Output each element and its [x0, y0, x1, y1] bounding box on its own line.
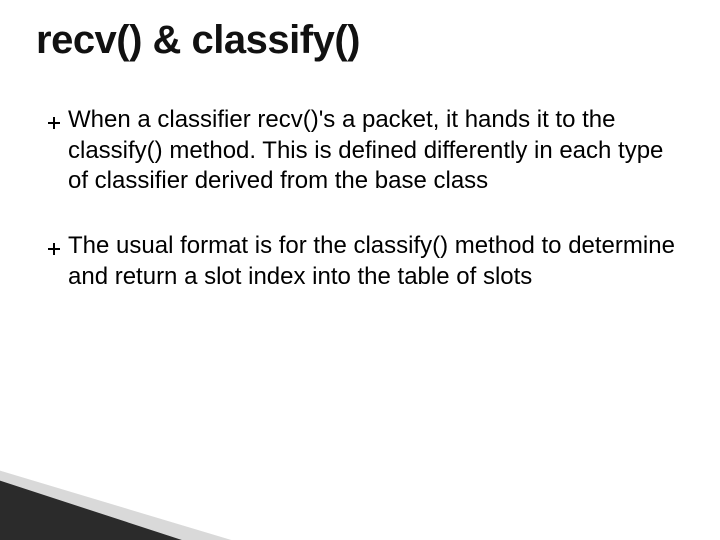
bullet-marker-icon [48, 243, 64, 257]
bullet-item: When a classifier recv()'s a packet, it … [48, 105, 680, 197]
corner-decoration-dark [0, 472, 188, 540]
bullet-text: The usual format is for the classify() m… [68, 231, 680, 292]
slide-title: recv() & classify() [36, 18, 360, 63]
bullet-marker-icon [48, 117, 64, 131]
bullet-text: When a classifier recv()'s a packet, it … [68, 105, 680, 197]
slide: recv() & classify() When a classifier re… [0, 0, 720, 540]
corner-decoration-light [0, 452, 238, 540]
bullet-item: The usual format is for the classify() m… [48, 231, 680, 292]
slide-body: When a classifier recv()'s a packet, it … [48, 105, 680, 327]
